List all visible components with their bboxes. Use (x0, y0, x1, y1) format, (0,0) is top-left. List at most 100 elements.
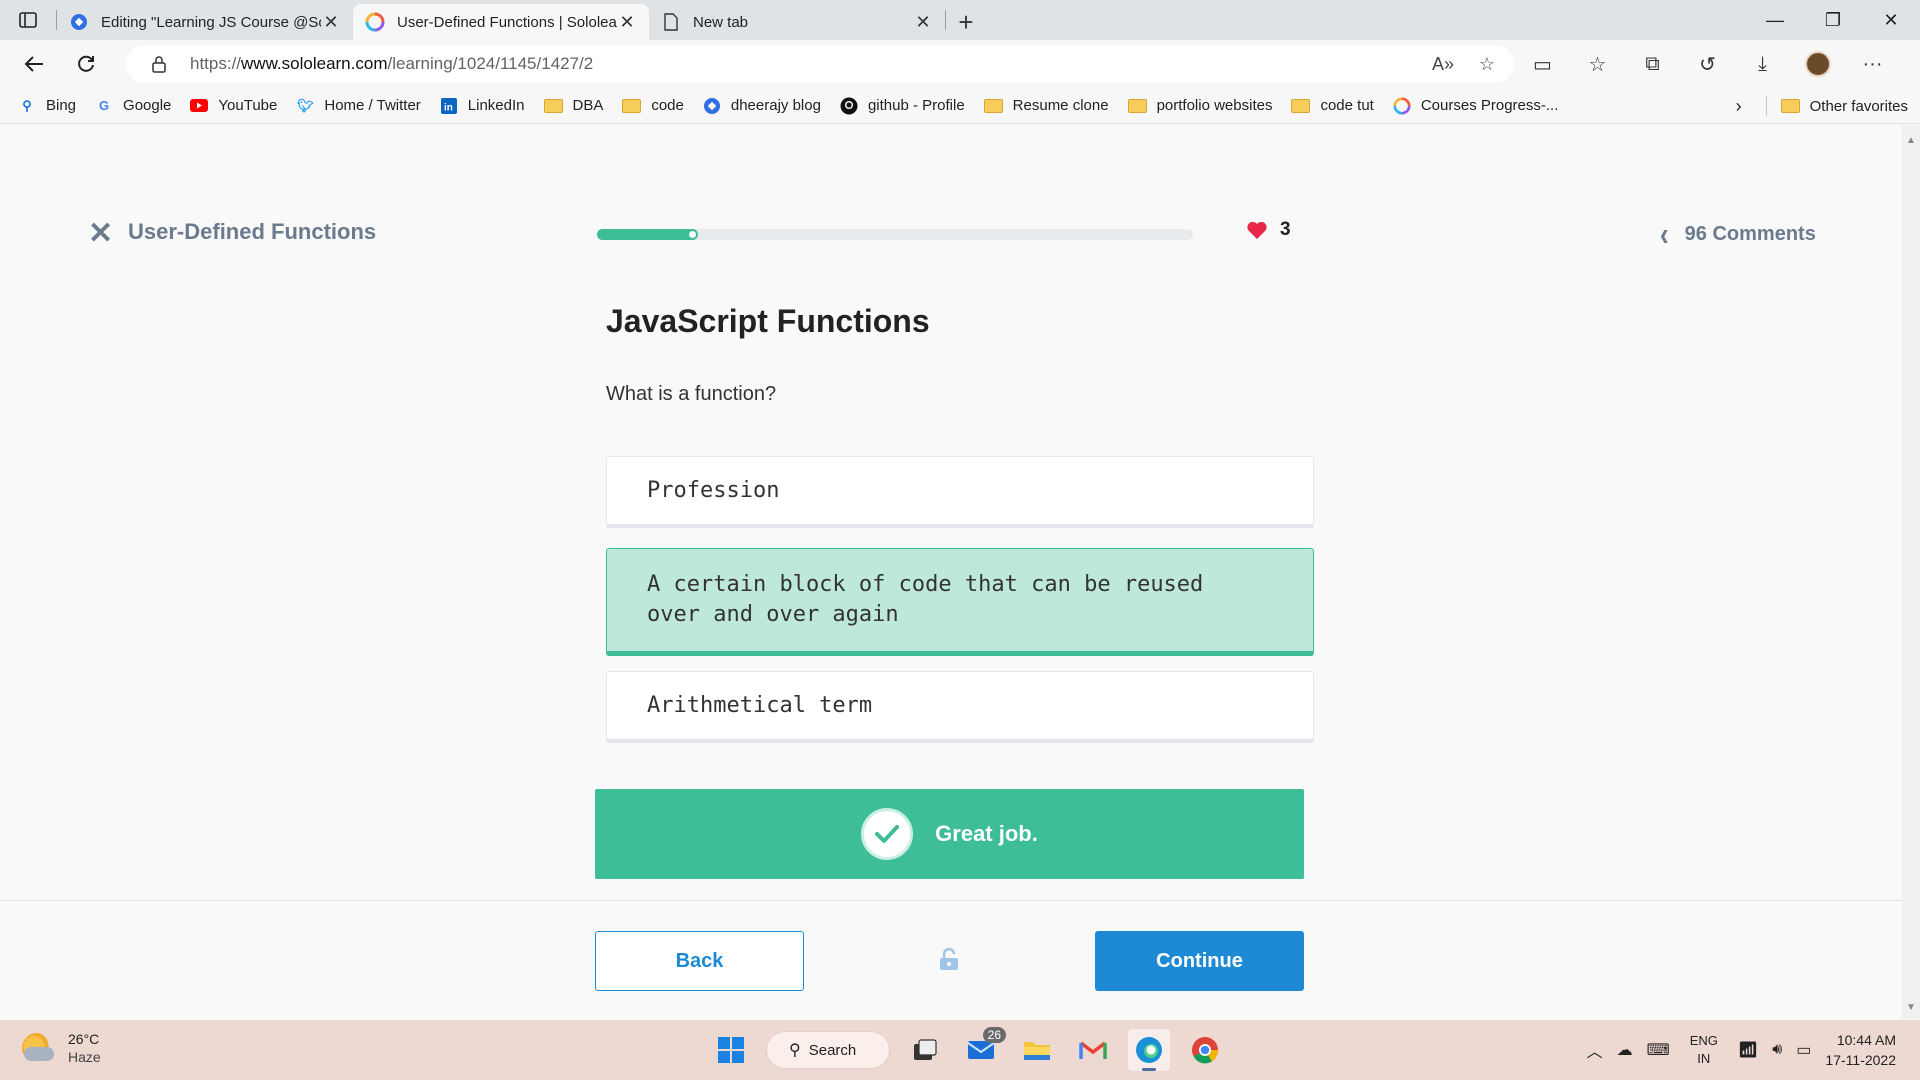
onedrive-icon[interactable]: ☁ (1617, 1040, 1633, 1060)
tab-user-defined-functions[interactable]: User-Defined Functions | Sololearn ✕ (353, 4, 649, 40)
comments-button[interactable]: ‹ 96 Comments (1660, 214, 1816, 253)
folder-icon (1780, 99, 1800, 113)
scroll-down-icon[interactable]: ▼ (1906, 1002, 1916, 1013)
taskbar: 26°C Haze ⚲ Search 26 ︿ ☁ ⌨ ENG IN 📶︎ 🔊︎… (0, 1020, 1920, 1080)
favorite-portfolio-websites[interactable]: portfolio websites (1127, 97, 1272, 114)
back-button[interactable]: Back (595, 931, 804, 991)
lesson-title: User-Defined Functions (128, 219, 377, 244)
answer-option-text: A certain block of code that can be reus… (647, 572, 1204, 627)
more-options-icon[interactable]: ··· (1845, 53, 1900, 76)
volume-icon[interactable]: 🔊︎ (1772, 1041, 1782, 1059)
favorite-courses-progress[interactable]: Courses Progress-... (1393, 96, 1558, 115)
close-window-button[interactable]: ✕ (1862, 0, 1920, 40)
minimize-button[interactable]: — (1746, 0, 1804, 40)
new-tab-button[interactable]: + (946, 4, 986, 40)
task-view-button[interactable] (904, 1029, 946, 1071)
profile-button[interactable] (1790, 51, 1845, 77)
add-favorite-icon[interactable]: ☆ (1472, 54, 1502, 75)
weather-widget[interactable]: 26°C Haze (22, 1030, 101, 1066)
favorite-label: dheerajy blog (730, 97, 821, 114)
keyboard-icon[interactable]: ⌨ (1647, 1040, 1670, 1060)
language-code: ENG (1689, 1033, 1718, 1048)
close-lesson-icon[interactable]: ✕ (88, 219, 113, 249)
answer-option-text: Profession (647, 477, 780, 503)
address-bar[interactable]: https://www.sololearn.com/learning/1024/… (126, 45, 1514, 83)
clock[interactable]: 10:44 AM 17-11-2022 (1825, 1030, 1896, 1070)
collections-icon[interactable]: ⧉ (1625, 53, 1680, 76)
browser-toolbar: https://www.sololearn.com/learning/1024/… (0, 40, 1920, 88)
answer-option[interactable]: Arithmetical term (606, 671, 1314, 743)
cast-icon[interactable]: ▭ (1515, 52, 1570, 77)
refresh-button[interactable] (60, 44, 112, 84)
folder-icon (543, 98, 563, 113)
back-nav-button[interactable] (8, 44, 60, 84)
svg-text:in: in (444, 102, 453, 113)
battery-icon[interactable]: ▭ (1796, 1040, 1811, 1060)
tab-title: User-Defined Functions | Sololearn (397, 13, 617, 31)
tab-actions-button[interactable] (0, 0, 56, 40)
edge-app[interactable] (1128, 1029, 1170, 1071)
mail-badge: 26 (982, 1027, 1006, 1043)
favorite-label: Resume clone (1012, 97, 1109, 114)
google-icon: G (98, 98, 110, 113)
feedback-message: Great job. (935, 821, 1038, 846)
task-view-icon (914, 1039, 937, 1060)
scroll-up-icon[interactable]: ▲ (1906, 135, 1916, 146)
favorite-youtube[interactable]: YouTube (190, 97, 277, 114)
weather-haze-icon (22, 1033, 54, 1063)
answer-option-text: Arithmetical term (647, 692, 873, 718)
chevron-right-icon[interactable]: › (1736, 96, 1742, 117)
close-tab-icon[interactable]: ✕ (321, 12, 341, 33)
answer-option-correct[interactable]: A certain block of code that can be reus… (606, 548, 1314, 656)
chevron-up-icon[interactable]: ︿ (1587, 1038, 1603, 1062)
favorite-code-tut[interactable]: code tut (1291, 97, 1374, 114)
close-tab-icon[interactable]: ✕ (913, 12, 933, 33)
progress-marker (689, 231, 696, 238)
taskbar-search-label: Search (808, 1041, 857, 1059)
comments-label: 96 Comments (1684, 223, 1816, 245)
restore-button[interactable]: ❐ (1804, 0, 1862, 40)
favorite-label: code tut (1320, 97, 1374, 114)
taskbar-search[interactable]: ⚲ Search (766, 1031, 890, 1069)
wifi-icon[interactable]: 📶︎ (1738, 1040, 1758, 1060)
toolbar-right-actions: ▭ ☆ ⧉ ↺ ⤓ ··· (1515, 44, 1900, 84)
address-bar-actions: A» ☆ (1428, 45, 1502, 83)
favorite-twitter[interactable]: 🐦︎ Home / Twitter (296, 97, 421, 114)
download-icon[interactable]: ⤓ (1735, 53, 1790, 76)
chrome-icon (1192, 1037, 1219, 1064)
progress-fill (597, 229, 698, 240)
tab-strip: Editing "Learning JS Course @Sololearn" … (0, 0, 1920, 40)
favorite-label: code (651, 97, 684, 114)
favorite-dheerajy-blog[interactable]: dheerajy blog (703, 97, 821, 114)
file-explorer-app[interactable] (1016, 1029, 1058, 1071)
region-code: IN (1697, 1051, 1711, 1066)
tab-new-tab[interactable]: New tab ✕ (649, 4, 945, 40)
feedback-banner: Great job. (595, 789, 1304, 879)
favorite-resume-clone[interactable]: Resume clone (983, 97, 1109, 114)
read-aloud-icon[interactable]: A» (1428, 54, 1458, 75)
language-indicator[interactable]: ENG IN (1690, 1032, 1718, 1068)
gmail-icon (1079, 1041, 1107, 1059)
mail-app[interactable]: 26 (960, 1027, 1006, 1071)
other-favorites-label: Other favorites (1809, 97, 1908, 115)
gmail-app[interactable] (1072, 1029, 1114, 1071)
favorites-icon[interactable]: ☆ (1570, 52, 1625, 77)
close-tab-icon[interactable]: ✕ (617, 12, 637, 33)
favorite-linkedin[interactable]: in LinkedIn (440, 97, 525, 114)
history-icon[interactable]: ↺ (1680, 52, 1735, 77)
favorite-code[interactable]: code (622, 97, 684, 114)
favorite-google[interactable]: G Google (95, 97, 171, 114)
page-scrollbar[interactable]: ▲ ▼ (1902, 125, 1920, 1019)
other-favorites[interactable]: Other favorites (1780, 97, 1908, 115)
tab-title: Editing "Learning JS Course @Sololearn" (101, 13, 321, 31)
favorite-dba[interactable]: DBA (543, 97, 603, 114)
divider (1765, 96, 1767, 116)
continue-button[interactable]: Continue (1095, 931, 1304, 991)
tab-editing-course[interactable]: Editing "Learning JS Course @Sololearn" … (57, 4, 353, 40)
answer-option[interactable]: Profession (606, 456, 1314, 528)
page-icon (661, 12, 681, 32)
start-button[interactable] (710, 1029, 752, 1071)
chrome-app[interactable] (1184, 1029, 1226, 1071)
favorite-bing[interactable]: ⚲ Bing (18, 97, 76, 114)
favorite-github[interactable]: github - Profile (840, 97, 965, 114)
